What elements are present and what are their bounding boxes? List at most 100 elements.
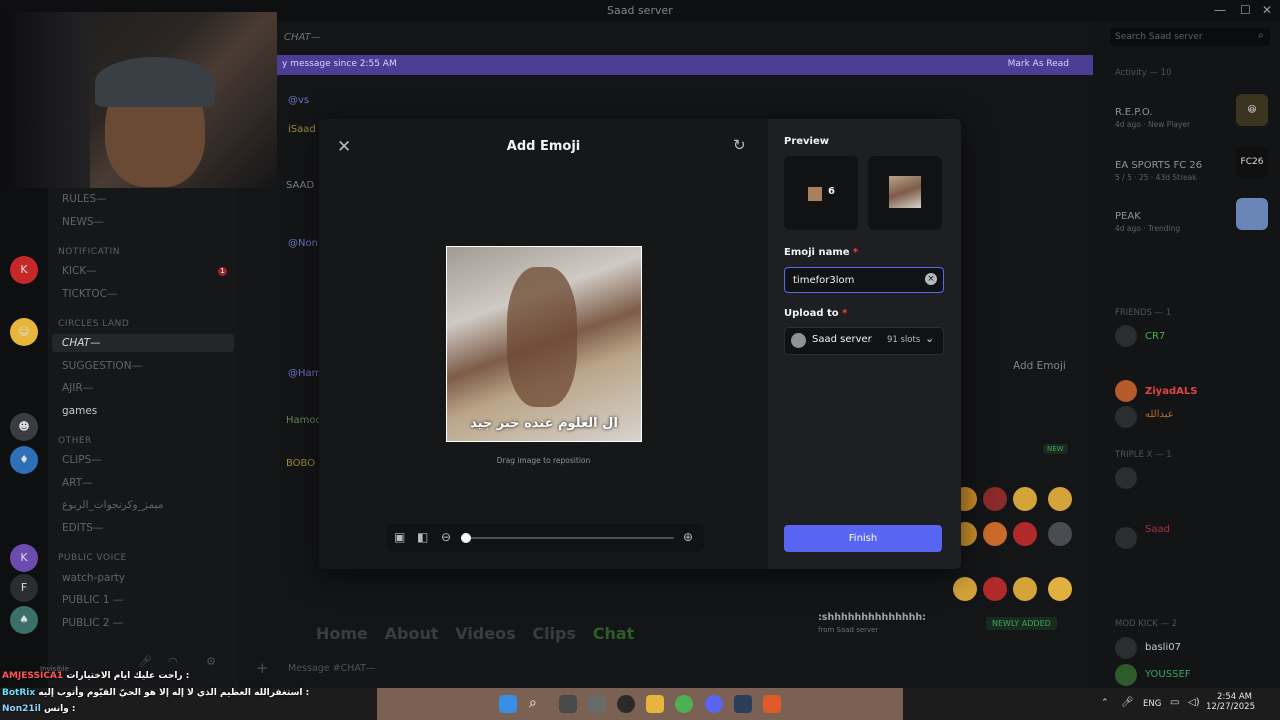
server-icon[interactable]: ☻ [10, 413, 38, 441]
message-input[interactable]: Message #CHAT— [288, 663, 375, 674]
chrome-icon[interactable] [675, 695, 693, 713]
chat-author: @vs [288, 95, 310, 106]
chat-author: BOBO [286, 458, 316, 469]
activity-title[interactable]: R.E.P.O. [1115, 107, 1153, 118]
network-icon[interactable]: ▭ [1170, 697, 1179, 708]
activity-sub: 4d ago · Trending [1115, 224, 1181, 233]
discord-icon[interactable] [705, 695, 723, 713]
channel-art[interactable]: ART— [62, 477, 93, 489]
emoji-name-input[interactable] [791, 271, 915, 289]
member-name[interactable]: CR7 [1145, 331, 1165, 342]
emoji-thumb [1048, 522, 1072, 546]
category-public-voice[interactable]: PUBLIC VOICE [58, 553, 127, 563]
profile-tab-clips[interactable]: Clips [532, 624, 576, 643]
tray-chevron-icon[interactable]: ⌃ [1101, 698, 1109, 708]
channel-edits[interactable]: EDITS— [62, 522, 103, 534]
member-name[interactable]: basli07 [1145, 642, 1181, 653]
server-icon[interactable]: ☺ [10, 318, 38, 346]
emoji-name-field[interactable]: × [784, 267, 944, 293]
crop-square-icon[interactable]: ▣ [394, 530, 405, 544]
profile-tab-home[interactable]: Home [316, 624, 368, 643]
member-name[interactable]: عبدالله [1145, 409, 1174, 420]
category-notification[interactable]: NOTIFICATIN [58, 247, 120, 257]
channel-suggestion[interactable]: SUGGESTION— [62, 360, 142, 372]
activity-title[interactable]: EA SPORTS FC 26 [1115, 160, 1202, 171]
member-name[interactable]: YOUSSEF [1145, 669, 1191, 680]
channel-games[interactable]: games [62, 405, 97, 417]
preview-count: 6 [828, 186, 835, 197]
channel-rules[interactable]: RULES— [62, 193, 107, 205]
category-circles-land[interactable]: CIRCLES LAND [58, 319, 129, 329]
server-icon[interactable]: ♠ [10, 606, 38, 634]
crop-image[interactable]: ال العلوم عنده خبر جيد [446, 246, 642, 442]
avatar[interactable] [1115, 527, 1137, 549]
channel-news[interactable]: NEWS— [62, 216, 104, 228]
overlay-user: AMJESSICA1 [2, 671, 64, 681]
profile-tab-videos[interactable]: Videos [455, 624, 515, 643]
finish-button[interactable]: Finish [784, 525, 942, 552]
brave-icon[interactable] [763, 695, 781, 713]
game-icon: 😆 [1236, 94, 1268, 126]
category-other[interactable]: OTHER [58, 436, 92, 446]
new-messages-banner[interactable]: y message since 2:55 AM Mark As Read [272, 55, 1093, 75]
profile-tab-chat[interactable]: Chat [593, 624, 635, 643]
member-name[interactable]: ZiyadALS [1145, 386, 1197, 397]
maximize-icon[interactable]: ☐ [1240, 3, 1251, 17]
mark-as-read-button[interactable]: Mark As Read [1008, 59, 1069, 69]
webcam-background [0, 12, 90, 188]
voice-watch-party[interactable]: watch-party [62, 572, 125, 584]
zoom-in-icon[interactable]: ⊕ [683, 530, 693, 544]
headphones-icon[interactable]: ◠ [168, 655, 178, 668]
add-attachment-icon[interactable]: + [256, 659, 269, 677]
avatar[interactable] [1115, 664, 1137, 686]
steam-icon[interactable] [734, 695, 752, 713]
crop-circle-icon[interactable]: ◧ [417, 530, 428, 544]
channel-kick[interactable]: KICK— [62, 265, 97, 277]
voice-public-1[interactable]: PUBLIC 1 — [62, 594, 123, 606]
minimize-icon[interactable]: — [1214, 3, 1226, 17]
channel-ticktoc[interactable]: TICKTOC— [62, 288, 117, 300]
channel-ajir[interactable]: AJIR— [62, 382, 93, 394]
zoom-slider[interactable] [461, 533, 674, 543]
avatar[interactable] [1115, 325, 1137, 347]
avatar[interactable] [1115, 467, 1137, 489]
emoji-thumb [983, 487, 1007, 511]
start-icon[interactable] [499, 695, 517, 713]
settings-gear-icon[interactable]: ⚙ [206, 655, 216, 668]
upload-server-select[interactable]: Saad server 91 slots ⌄ [784, 327, 944, 355]
emoji-thumb [953, 577, 977, 601]
zoom-slider-handle[interactable] [461, 533, 471, 543]
obs-icon[interactable] [617, 695, 635, 713]
taskbar-preview [377, 688, 903, 720]
server-icon[interactable]: K [10, 544, 38, 572]
volume-icon[interactable]: ◁) [1188, 697, 1200, 708]
clear-icon[interactable]: × [925, 273, 937, 285]
modal-title: Add Emoji [506, 139, 581, 154]
server-icon[interactable]: K [10, 256, 38, 284]
member-name[interactable]: Saad [1145, 524, 1170, 535]
new-messages-text: y message since 2:55 AM [282, 59, 397, 69]
profile-tab-about[interactable]: About [385, 624, 439, 643]
file-explorer-icon[interactable] [646, 695, 664, 713]
channel-memes[interactable]: ميمز_وكرنجوات_الربوع [62, 499, 163, 511]
avatar[interactable] [1115, 380, 1137, 402]
zoom-out-icon[interactable]: ⊖ [441, 530, 451, 544]
task-view-icon[interactable] [559, 695, 577, 713]
close-window-icon[interactable]: ✕ [1262, 3, 1272, 17]
search-icon[interactable]: ⌕ [529, 695, 547, 713]
channel-clips[interactable]: CLIPS— [62, 454, 102, 466]
voice-public-2[interactable]: PUBLIC 2 — [62, 617, 123, 629]
mic-icon[interactable]: 🎤︎ [138, 655, 152, 668]
reset-rotate-icon[interactable]: ↻ [733, 136, 746, 154]
clock[interactable]: 2:54 AM 12/27/2025 [1206, 692, 1255, 712]
channel-chat[interactable]: CHAT— [62, 337, 101, 349]
server-avatar [791, 333, 806, 348]
search-input[interactable]: Search Saad server ⌕ [1110, 28, 1270, 46]
avatar[interactable] [1115, 406, 1137, 428]
server-icon[interactable]: F [10, 574, 38, 602]
language-indicator[interactable]: ENG [1143, 699, 1161, 709]
server-icon[interactable]: ♦ [10, 446, 38, 474]
store-icon[interactable] [588, 695, 606, 713]
avatar[interactable] [1115, 637, 1137, 659]
activity-title[interactable]: PEAK [1115, 211, 1141, 222]
